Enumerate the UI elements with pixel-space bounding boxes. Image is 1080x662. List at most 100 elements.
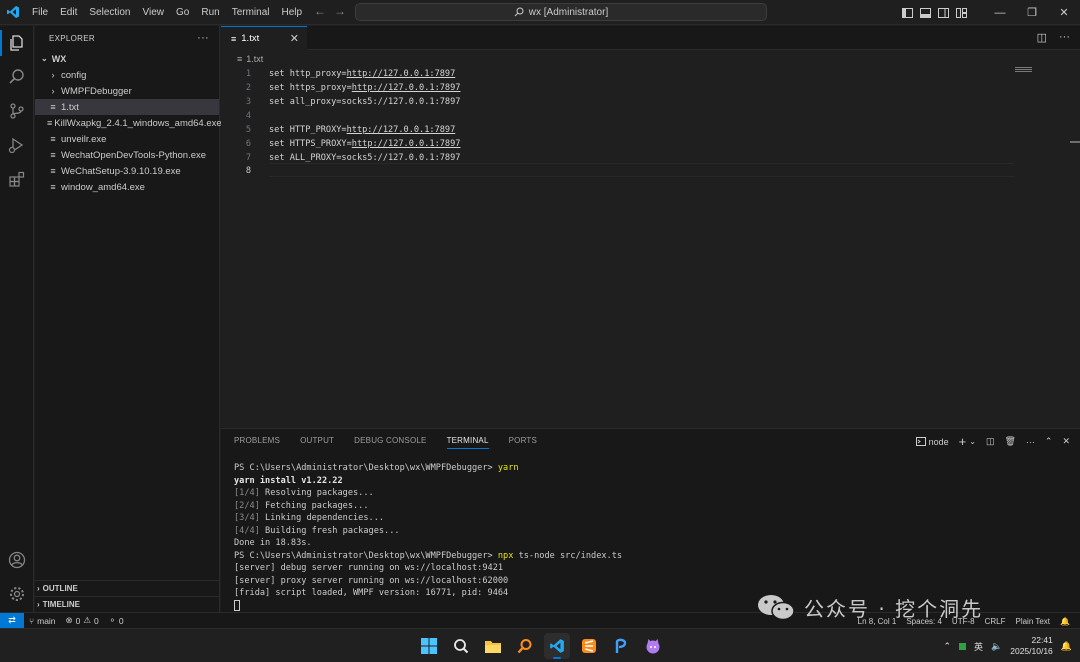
menu-file[interactable]: File bbox=[26, 0, 54, 25]
menu-help[interactable]: Help bbox=[276, 0, 309, 25]
clock[interactable]: 22:41 2025/10/16 bbox=[1010, 635, 1053, 657]
code-link[interactable]: http://127.0.0.1:7897 bbox=[352, 139, 461, 149]
code-link[interactable]: http://127.0.0.1:7897 bbox=[347, 125, 456, 135]
tree-item-label: config bbox=[61, 69, 87, 81]
toggle-secondary-sidebar-icon[interactable] bbox=[934, 0, 952, 25]
tree-file-killwxapkg[interactable]: ≡ KillWxapkg_2.4.1_windows_amd64.exe bbox=[35, 115, 222, 131]
ports-indicator[interactable]: ⚬ 0 bbox=[104, 615, 129, 626]
trash-icon[interactable]: 🗑 bbox=[1004, 436, 1015, 447]
run-debug-icon[interactable] bbox=[0, 128, 34, 162]
code-editor[interactable]: 1 set http_proxy=http://127.0.0.1:7897 2… bbox=[221, 67, 1080, 427]
more-actions-icon[interactable]: ··· bbox=[197, 32, 209, 44]
everything-search-icon[interactable] bbox=[512, 633, 538, 659]
tab-output[interactable]: OUTPUT bbox=[300, 436, 334, 449]
taskbar-apps bbox=[416, 633, 666, 659]
tree-file-unveilr[interactable]: ≡ unveilr.exe bbox=[35, 131, 219, 147]
more-actions-icon[interactable]: ··· bbox=[1026, 437, 1035, 447]
menu-run[interactable]: Run bbox=[195, 0, 225, 25]
split-editor-icon[interactable]: ◫ bbox=[1037, 31, 1047, 44]
source-control-icon[interactable] bbox=[0, 94, 34, 128]
maximize-panel-icon[interactable]: ⌃ bbox=[1045, 436, 1053, 447]
workspace-folder[interactable]: ⌄ WX bbox=[35, 50, 219, 67]
code-text: set all_proxy=socks5://127.0.0.1:7897 bbox=[269, 97, 461, 107]
ime-indicator[interactable]: 英 bbox=[974, 640, 983, 653]
close-icon[interactable]: ✕ bbox=[290, 32, 299, 45]
vscode-taskbar-icon[interactable] bbox=[544, 633, 570, 659]
code-text: set HTTPS_PROXY= bbox=[269, 139, 352, 149]
line-number: 7 bbox=[245, 153, 251, 163]
scrollbar-marker[interactable] bbox=[1070, 141, 1080, 143]
tree-file-wechatopendevtools[interactable]: ≡ WechatOpenDevTools-Python.exe bbox=[35, 147, 219, 163]
editor-tabs: ≡ 1.txt ✕ ◫ ··· bbox=[221, 26, 1080, 50]
code-link[interactable]: http://127.0.0.1:7897 bbox=[347, 69, 456, 79]
breadcrumb-file[interactable]: 1.txt bbox=[246, 54, 263, 64]
error-count: 0 bbox=[75, 615, 81, 626]
ports-count: 0 bbox=[118, 615, 124, 626]
windows-start-icon[interactable] bbox=[416, 633, 442, 659]
line-number: 8 bbox=[245, 166, 251, 176]
command-center-search[interactable]: wx [Administrator] bbox=[355, 3, 767, 21]
taskbar-search-icon[interactable] bbox=[448, 633, 474, 659]
split-terminal-icon[interactable]: ◫ bbox=[986, 436, 995, 447]
menu-go[interactable]: Go bbox=[170, 0, 195, 25]
app-p-icon[interactable] bbox=[608, 633, 634, 659]
menu-bar: File Edit Selection View Go Run Terminal… bbox=[26, 0, 308, 25]
menu-edit[interactable]: Edit bbox=[54, 0, 83, 25]
tab-1-txt[interactable]: ≡ 1.txt ✕ bbox=[221, 26, 307, 50]
tab-problems[interactable]: PROBLEMS bbox=[234, 436, 280, 449]
language-mode[interactable]: Plain Text bbox=[1015, 617, 1050, 626]
close-panel-icon[interactable]: ✕ bbox=[1062, 436, 1070, 447]
tree-file-wechatsetup[interactable]: ≡ WeChatSetup-3.9.10.19.exe bbox=[35, 163, 219, 179]
terminal-line: [server] proxy server running on ws://lo… bbox=[234, 575, 622, 588]
chevron-down-icon[interactable]: ⌄ bbox=[969, 437, 976, 446]
terminal-selector[interactable]: node bbox=[915, 437, 949, 447]
branch-name: main bbox=[37, 615, 56, 626]
close-window-icon[interactable]: ✕ bbox=[1048, 0, 1080, 25]
line-text bbox=[251, 109, 269, 123]
restore-icon[interactable]: ❐ bbox=[1016, 0, 1048, 25]
problems-indicator[interactable]: ⊗ 0 ⚠ 0 bbox=[61, 615, 104, 626]
accounts-icon[interactable] bbox=[0, 543, 34, 577]
end-of-line[interactable]: CRLF bbox=[985, 617, 1006, 626]
remote-indicator-icon[interactable]: ⇄ bbox=[0, 612, 24, 629]
minimize-icon[interactable]: — bbox=[984, 0, 1016, 25]
file-explorer-icon[interactable] bbox=[480, 633, 506, 659]
new-terminal-icon[interactable]: + bbox=[959, 434, 967, 449]
notifications-bell-icon[interactable]: 🔔 bbox=[1060, 617, 1070, 626]
tree-file-1-txt[interactable]: ≡ 1.txt bbox=[35, 99, 219, 115]
forward-arrow-icon[interactable]: → bbox=[334, 4, 346, 18]
tree-folder-config[interactable]: › config bbox=[35, 67, 219, 83]
search-view-icon[interactable] bbox=[0, 60, 34, 94]
cat-app-icon[interactable] bbox=[640, 633, 666, 659]
extensions-icon[interactable] bbox=[0, 162, 34, 196]
branch-indicator[interactable]: ⑂ main bbox=[24, 616, 61, 626]
speaker-icon[interactable]: 🔈 bbox=[991, 641, 1002, 652]
tree-folder-wmpfdebugger[interactable]: › WMPFDebugger bbox=[35, 83, 219, 99]
term-text: PS C:\Users\Administrator\Desktop\wx\WMP… bbox=[234, 463, 498, 473]
notification-icon[interactable]: 🔔 bbox=[1061, 641, 1072, 652]
settings-gear-icon[interactable] bbox=[0, 577, 34, 611]
tab-debug-console[interactable]: DEBUG CONSOLE bbox=[354, 436, 426, 449]
tree-file-window-amd64[interactable]: ≡ window_amd64.exe bbox=[35, 179, 219, 195]
menu-terminal[interactable]: Terminal bbox=[226, 0, 276, 25]
chevron-up-icon[interactable]: ⌃ bbox=[943, 641, 951, 652]
back-arrow-icon[interactable]: ← bbox=[314, 4, 326, 18]
code-link[interactable]: http://127.0.0.1:7897 bbox=[352, 83, 461, 93]
toggle-panel-icon[interactable] bbox=[916, 0, 934, 25]
terminal-output[interactable]: PS C:\Users\Administrator\Desktop\wx\WMP… bbox=[234, 462, 622, 612]
customize-layout-icon[interactable] bbox=[952, 0, 970, 25]
timeline-section[interactable]: › TIMELINE bbox=[35, 596, 220, 612]
toggle-sidebar-icon[interactable] bbox=[898, 0, 916, 25]
tab-ports[interactable]: PORTS bbox=[509, 436, 537, 449]
menu-view[interactable]: View bbox=[137, 0, 171, 25]
explorer-icon[interactable] bbox=[0, 26, 34, 60]
sublime-text-icon[interactable] bbox=[576, 633, 602, 659]
tray-app-icon[interactable] bbox=[959, 642, 966, 650]
code-text: set https_proxy= bbox=[269, 83, 352, 93]
more-actions-icon[interactable]: ··· bbox=[1059, 31, 1070, 44]
outline-section[interactable]: › OUTLINE bbox=[35, 580, 220, 596]
minimap[interactable] bbox=[1015, 67, 1035, 75]
tab-terminal[interactable]: TERMINAL bbox=[446, 436, 489, 449]
code-line: 7 set ALL_PROXY=socks5://127.0.0.1:7897 bbox=[221, 151, 1011, 165]
menu-selection[interactable]: Selection bbox=[83, 0, 136, 25]
